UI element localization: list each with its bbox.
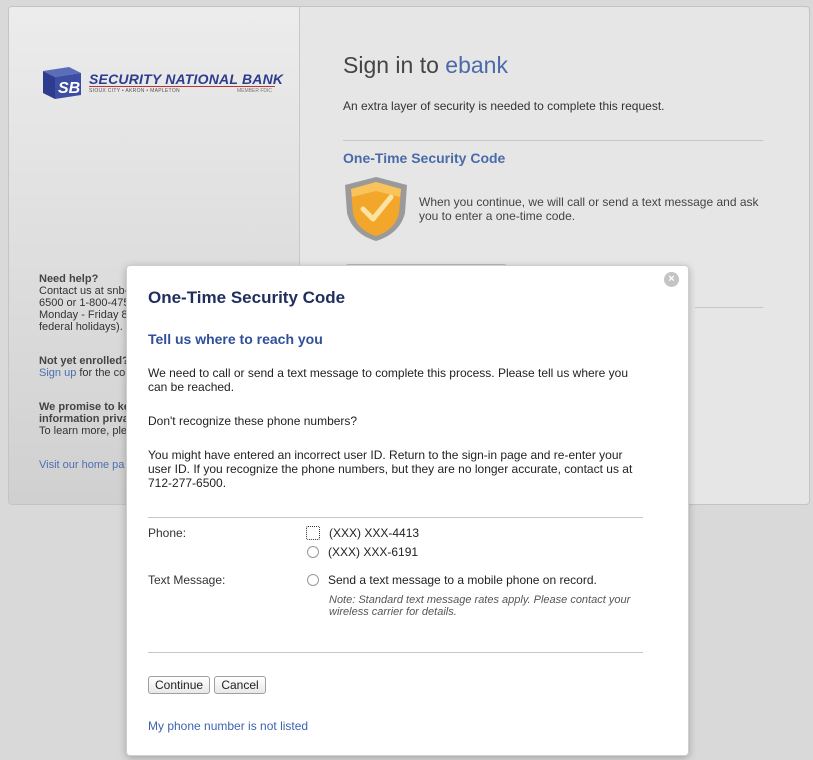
privacy-title: information priva xyxy=(39,413,129,425)
phone-option-2[interactable]: (XXX) XXX-6191 xyxy=(307,544,418,560)
dialog-subtitle: Tell us where to reach you xyxy=(148,331,323,347)
section-heading: One-Time Security Code xyxy=(343,150,506,166)
help-title: Need help? xyxy=(39,273,99,285)
logo-rule xyxy=(89,86,275,87)
privacy-section: We promise to ke information priva To le… xyxy=(39,401,130,437)
dialog-title: One-Time Security Code xyxy=(148,288,346,307)
sign-up-link[interactable]: Sign up xyxy=(39,367,76,379)
logo-subtitle: SIOUX CITY • AKRON • MAPLETON xyxy=(89,88,180,94)
security-code-dialog: × One-Time Security Code Tell us where t… xyxy=(126,265,689,756)
enroll-title: Not yet enrolled? xyxy=(39,355,129,367)
text-message-option[interactable]: Send a text message to a mobile phone on… xyxy=(307,572,597,588)
privacy-text: To learn more, ple xyxy=(39,425,128,437)
rates-note: Note: Standard text message rates apply.… xyxy=(329,594,631,618)
privacy-title: We promise to ke xyxy=(39,401,130,413)
phone-radio-1[interactable] xyxy=(306,526,320,540)
phone-label: Phone: xyxy=(148,526,187,540)
section-text: When you continue, we will call or send … xyxy=(419,195,759,223)
enroll-section: Not yet enrolled? Sign up for the co xyxy=(39,355,129,379)
divider xyxy=(695,307,763,308)
help-line: Monday - Friday 8 xyxy=(39,309,128,321)
shield-check-icon xyxy=(345,177,407,241)
page-description: An extra layer of security is needed to … xyxy=(343,99,665,113)
close-icon[interactable]: × xyxy=(664,272,679,287)
logo-cube-icon: SB xyxy=(43,67,81,99)
text-message-radio[interactable] xyxy=(307,574,319,586)
dialog-help-text: You might have entered an incorrect user… xyxy=(148,448,633,490)
divider xyxy=(148,652,643,653)
phone-radio-2[interactable] xyxy=(307,546,319,558)
logo-name: SECURITY NATIONAL BANK xyxy=(89,71,284,87)
continue-button[interactable]: Continue xyxy=(148,676,210,694)
home-page-link[interactable]: Visit our home pa xyxy=(39,459,124,471)
phone-option-label[interactable]: (XXX) XXX-4413 xyxy=(329,526,419,540)
help-line: 6500 or 1-800-475 xyxy=(39,297,130,309)
help-line: Contact us at snb- xyxy=(39,285,129,297)
phone-option-1[interactable]: (XXX) XXX-4413 xyxy=(306,525,419,541)
text-message-option-label[interactable]: Send a text message to a mobile phone on… xyxy=(328,573,597,587)
divider xyxy=(148,517,643,518)
cancel-button[interactable]: Cancel xyxy=(214,676,266,694)
phone-option-label[interactable]: (XXX) XXX-6191 xyxy=(328,545,418,559)
bank-logo: SB SECURITY NATIONAL BANK SIOUX CITY • A… xyxy=(39,63,283,103)
logo-fdic: MEMBER FDIC xyxy=(237,88,272,94)
help-section: Need help? Contact us at snb- 6500 or 1-… xyxy=(39,273,130,333)
divider xyxy=(343,140,763,141)
title-prefix: Sign in to xyxy=(343,52,446,78)
phone-not-listed-link[interactable]: My phone number is not listed xyxy=(148,719,308,733)
enroll-text: for the co xyxy=(76,367,126,379)
text-message-label: Text Message: xyxy=(148,573,226,587)
title-brand: ebank xyxy=(445,52,508,78)
page-title: Sign in to ebank xyxy=(343,52,508,79)
help-line: federal holidays). xyxy=(39,321,123,333)
dialog-intro-text: We need to call or send a text message t… xyxy=(148,366,629,394)
svg-text:SB: SB xyxy=(58,80,80,97)
dialog-question-text: Don't recognize these phone numbers? xyxy=(148,414,358,428)
